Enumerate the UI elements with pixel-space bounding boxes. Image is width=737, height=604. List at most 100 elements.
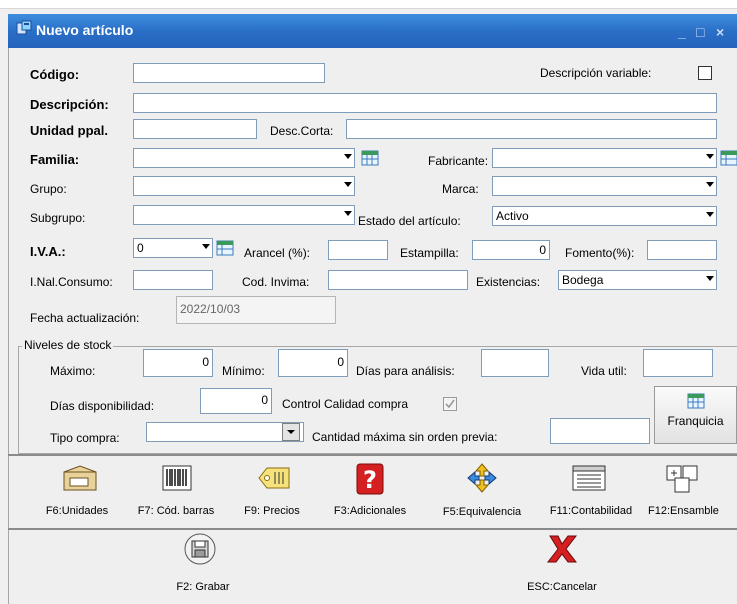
action-bar [8,528,737,600]
dias-disp-input[interactable]: 0 [200,388,272,414]
control-calidad-checkbox[interactable] [443,397,457,411]
familia-select[interactable] [133,148,355,168]
desc-corta-input[interactable] [346,119,717,139]
estado-value: Activo [496,209,529,223]
barcode-icon [162,465,192,491]
grupo-select[interactable] [133,176,355,196]
maximo-label: Máximo: [50,364,96,378]
chevron-down-icon [344,154,352,159]
cod-barras-button[interactable] [157,462,197,497]
cod-barras-label: F7: Cód. barras [137,505,215,517]
iva-label: I.V.A.: [30,244,66,259]
unidades-button[interactable] [60,462,100,497]
chevron-down-icon [706,212,714,217]
descripcion-input[interactable] [133,93,717,113]
chevron-down-icon [706,182,714,187]
chevron-down-icon [202,244,210,249]
cancel-x-icon [546,535,578,563]
vida-util-label: Vida util: [581,364,627,378]
cant-max-input[interactable] [550,418,650,444]
save-disk-icon [184,533,216,565]
chevron-down-icon [344,211,352,216]
fabricante-select[interactable] [492,148,717,168]
franquicia-label: Franquicia [667,414,724,428]
fecha-input: 2022/10/03 [176,296,336,324]
precios-button[interactable] [253,462,293,497]
existencias-select[interactable]: Bodega [558,270,717,290]
price-tag-icon [258,467,290,489]
inal-input[interactable] [133,270,213,290]
adicionales-label: F3:Adicionales [333,505,407,517]
equivalencia-button[interactable] [462,462,502,497]
iva-select[interactable]: 0 [133,238,213,258]
tipo-compra-dropdown[interactable] [282,423,300,441]
contabilidad-label: F11:Contabilidad [549,505,633,517]
table-icon[interactable] [361,150,379,166]
franquicia-button[interactable]: Franquicia [654,386,737,444]
chevron-down-icon [344,182,352,187]
unidad-input[interactable] [133,119,257,139]
control-calidad-label: Control Calidad compra [282,397,409,411]
unidades-label: F6:Unidades [45,505,109,517]
save-button[interactable] [182,532,218,569]
codigo-label: Código: [30,67,80,82]
precios-label: F9: Precios [244,505,300,517]
cancel-button[interactable] [544,532,580,569]
maximo-input[interactable]: 0 [143,349,213,377]
desc-variable-label: Descripción variable: [540,66,652,80]
minimo-label: Mínimo: [222,364,265,378]
svg-text:?: ? [363,466,377,494]
minimize-button[interactable]: _ [678,24,686,40]
invima-input[interactable] [328,270,468,290]
marca-select[interactable] [492,176,717,196]
fecha-label: Fecha actualización: [30,311,140,325]
window-title: Nuevo artículo [36,22,134,38]
iva-value: 0 [137,241,144,255]
app-icon [16,20,32,35]
grupo-label: Grupo: [30,182,67,196]
invima-label: Cod. Invima: [242,275,310,289]
fomento-input[interactable] [647,240,717,260]
dias-analisis-label: Días para análisis: [356,364,455,378]
fabricante-label: Fabricante: [428,154,489,168]
chevron-down-icon [706,276,714,281]
close-button[interactable]: × [716,24,724,40]
cancel-label: ESC:Cancelar [527,581,597,593]
maximize-button[interactable]: □ [696,24,704,40]
dias-disp-label: Días disponibilidad: [50,399,155,413]
arancel-input[interactable] [328,240,388,260]
ensamble-button[interactable] [664,462,700,497]
ensamble-label: F12:Ensamble [648,505,719,517]
fomento-label: Fomento(%): [565,246,635,260]
desc-variable-checkbox[interactable] [698,66,712,80]
vida-util-input[interactable] [643,349,713,377]
existencias-label: Existencias: [476,275,541,289]
arancel-label: Arancel (%): [244,246,311,260]
marca-label: Marca: [442,182,479,196]
contabilidad-button[interactable] [569,462,609,497]
familia-label: Familia: [30,152,80,167]
top-strip [0,0,737,9]
dias-analisis-input[interactable] [481,349,549,377]
adicionales-button[interactable]: ? [352,462,388,499]
codigo-input[interactable] [133,63,325,83]
assembly-icon [666,465,698,493]
chevron-down-icon [287,430,295,434]
ledger-icon [572,465,606,491]
desc-corta-label: Desc.Corta: [270,124,334,138]
save-label: F2: Grabar [176,581,230,593]
estampilla-input[interactable]: 0 [472,240,550,260]
existencias-value: Bodega [562,273,604,287]
question-icon: ? [356,463,384,495]
table-icon[interactable] [216,240,234,256]
subgrupo-label: Subgrupo: [30,211,86,225]
estado-select[interactable]: Activo [492,206,717,226]
tipo-compra-select[interactable] [146,422,304,442]
descripcion-label: Descripción: [30,97,109,112]
subgrupo-select[interactable] [133,205,355,225]
cant-max-label: Cantidad máxima sin orden previa: [312,430,498,444]
minimo-input[interactable]: 0 [278,349,348,377]
table-icon[interactable] [720,150,737,166]
equivalencia-label: F5:Equivalencia [442,506,522,518]
chevron-down-icon [706,154,714,159]
